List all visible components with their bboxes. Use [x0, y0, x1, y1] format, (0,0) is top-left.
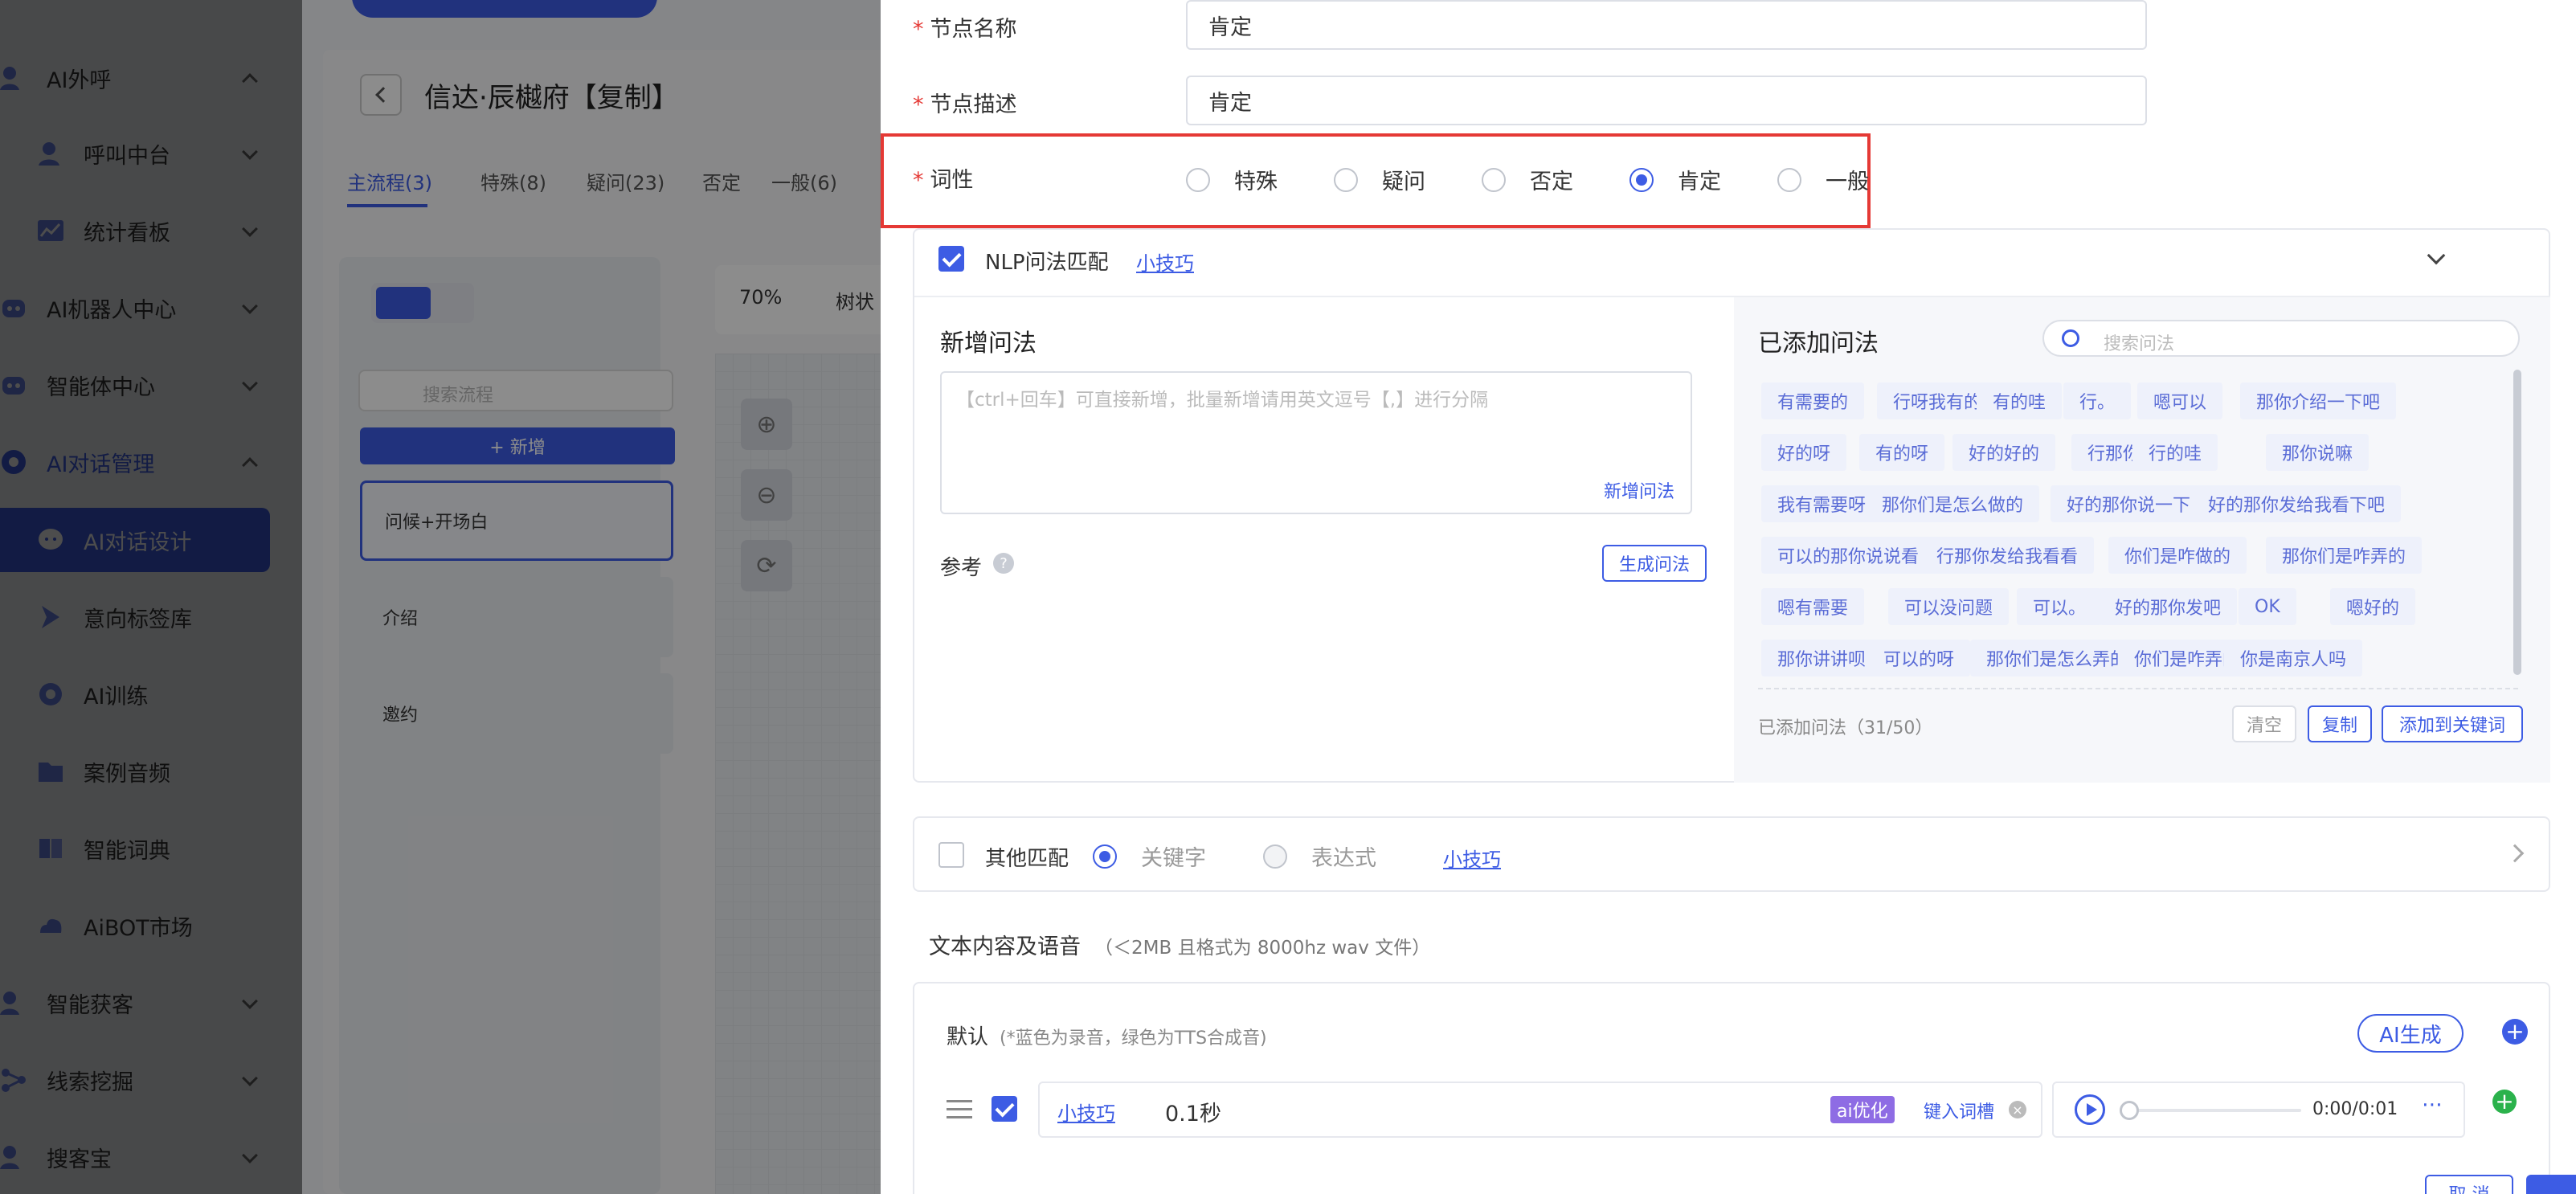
other-match-checkbox[interactable]: [938, 842, 964, 868]
radio-icon: [1482, 167, 1506, 192]
sidebar-overlay: [0, 0, 302, 1194]
question-chip[interactable]: 你是南京人吗: [2224, 640, 2363, 677]
question-chip[interactable]: 嗯有需要: [1761, 588, 1865, 625]
question-chip[interactable]: 那你说嘛: [2266, 434, 2370, 471]
question-chip[interactable]: 可以没问题: [1888, 588, 2010, 625]
question-chip[interactable]: 那你们是咋弄的: [2266, 537, 2423, 574]
question-chip[interactable]: 那你介绍一下吧: [2240, 382, 2397, 419]
pos-radio-question[interactable]: 疑问: [1334, 164, 1425, 195]
question-chip[interactable]: 行那你发给我看看: [1920, 537, 2095, 574]
scrollbar[interactable]: [2513, 370, 2521, 675]
reference-label: 参考: [940, 556, 983, 580]
question-chip[interactable]: 好的那你发吧: [2099, 588, 2238, 625]
default-hint: (*蓝色为录音，绿色为TTS合成音): [1000, 1028, 1267, 1049]
question-chip[interactable]: OK: [2239, 588, 2296, 625]
nlp-checkbox[interactable]: [938, 246, 964, 272]
radio-icon: [1263, 844, 1287, 869]
question-chip[interactable]: 可以的那你说说看: [1761, 537, 1936, 574]
new-question-title: 新增问法: [940, 329, 1037, 358]
question-chip[interactable]: 行的哇: [2132, 434, 2218, 471]
divider: [1758, 688, 2518, 689]
audio-time: 0:00/0:01: [2312, 1099, 2398, 1119]
help-icon[interactable]: ?: [993, 553, 1014, 574]
other-tips-link[interactable]: 小技巧: [1443, 844, 1501, 872]
expression-radio[interactable]: 表达式: [1263, 840, 1376, 872]
question-chip[interactable]: 有的呀: [1859, 434, 1945, 471]
question-chip[interactable]: 那你讲讲呗: [1761, 640, 1883, 677]
text-voice-hint: （＜2MB 且格式为 8000hz wav 文件）: [1094, 938, 1431, 959]
radio-icon: [1334, 167, 1358, 192]
search-icon: [2062, 329, 2079, 347]
question-chip[interactable]: 有的哇: [1977, 382, 2063, 419]
add-to-keywords-button[interactable]: 添加到关键词: [2382, 705, 2523, 742]
new-question-button[interactable]: 新增问法: [1604, 477, 1674, 503]
radio-checked-icon: [1093, 844, 1117, 869]
node-desc-label: * 节点描述: [913, 92, 1017, 117]
question-search-input[interactable]: 搜索问法: [2042, 320, 2520, 357]
question-chip[interactable]: 好的好的: [1952, 434, 2056, 471]
question-chip[interactable]: 我有需要呀: [1761, 485, 1883, 522]
pos-radio-positive[interactable]: 肯定: [1629, 164, 1721, 195]
pos-radio-negative[interactable]: 否定: [1482, 164, 1573, 195]
generate-question-button[interactable]: 生成问法: [1602, 545, 1707, 582]
question-chip[interactable]: 那你们是怎么做的: [1866, 485, 2040, 522]
drag-handle-icon[interactable]: [947, 1098, 972, 1120]
radio-checked-icon: [1629, 167, 1654, 192]
other-match-label: 其他匹配: [985, 847, 1069, 871]
pos-radio-special[interactable]: 特殊: [1186, 164, 1278, 195]
question-chip[interactable]: 你们是咋做的: [2108, 537, 2247, 574]
ai-generate-button[interactable]: AI生成: [2357, 1014, 2464, 1053]
radio-icon: [1777, 167, 1801, 192]
question-chip[interactable]: 好的那你说一下: [2051, 485, 2207, 522]
node-name-input[interactable]: 肯定: [1186, 0, 2147, 50]
question-chip[interactable]: 嗯好的: [2330, 588, 2416, 625]
keyword-radio[interactable]: 关键字: [1093, 840, 1206, 872]
insert-slot-button[interactable]: 键入词槽: [1924, 1098, 1994, 1123]
close-icon[interactable]: ×: [2009, 1101, 2026, 1118]
new-question-textarea[interactable]: 【ctrl+回车】可直接新增，批量新增请用英文逗号【,】进行分隔 新增问法: [940, 371, 1692, 514]
node-desc-input[interactable]: 肯定: [1186, 76, 2147, 125]
clear-button[interactable]: 清空: [2232, 705, 2296, 742]
cancel-button[interactable]: 取 消: [2425, 1175, 2513, 1194]
question-chip[interactable]: 好的那你发给我看下吧: [2192, 485, 2402, 522]
row-tips-link[interactable]: 小技巧: [1057, 1098, 1115, 1126]
nlp-label: NLP问法匹配: [985, 251, 1109, 275]
progress-thumb[interactable]: [2120, 1101, 2139, 1120]
confirm-button[interactable]: [2526, 1175, 2576, 1194]
play-icon[interactable]: [2075, 1094, 2105, 1125]
question-chip[interactable]: 有需要的: [1761, 382, 1865, 419]
copy-button[interactable]: 复制: [2308, 705, 2372, 742]
question-chip[interactable]: 行。: [2063, 382, 2132, 419]
text-voice-title: 文本内容及语音: [929, 934, 1081, 959]
nlp-tips-link[interactable]: 小技巧: [1136, 247, 1194, 276]
question-chip[interactable]: 可以。: [2017, 588, 2103, 625]
question-chip[interactable]: 嗯可以: [2137, 382, 2223, 419]
add-green-circle-icon[interactable]: +: [2492, 1090, 2517, 1114]
pos-label: * 词性: [913, 168, 974, 193]
ai-optimize-button[interactable]: ai优化: [1830, 1096, 1895, 1123]
question-count: 已添加问法（31/50）: [1758, 718, 1933, 738]
node-name-label: * 节点名称: [913, 17, 1017, 42]
row-checkbox[interactable]: [992, 1096, 1017, 1122]
pos-radio-general[interactable]: 一般: [1777, 164, 1869, 195]
default-label: 默认: [947, 1025, 989, 1049]
added-questions-title: 已添加问法: [1758, 329, 1879, 358]
add-circle-icon[interactable]: +: [2502, 1019, 2528, 1045]
question-chip[interactable]: 好的呀: [1761, 434, 1847, 471]
more-icon[interactable]: ⋯: [2422, 1093, 2443, 1117]
audio-progress-track[interactable]: [2124, 1109, 2301, 1112]
radio-icon: [1186, 167, 1210, 192]
node-edit-drawer: * 节点名称 肯定 * 节点描述 肯定 * 词性 特殊 疑问 否定 肯定 一般 NLP…: [881, 0, 2576, 1194]
question-chip[interactable]: 可以的呀: [1867, 640, 1971, 677]
duration-text: 0.1秒: [1165, 1102, 1221, 1127]
